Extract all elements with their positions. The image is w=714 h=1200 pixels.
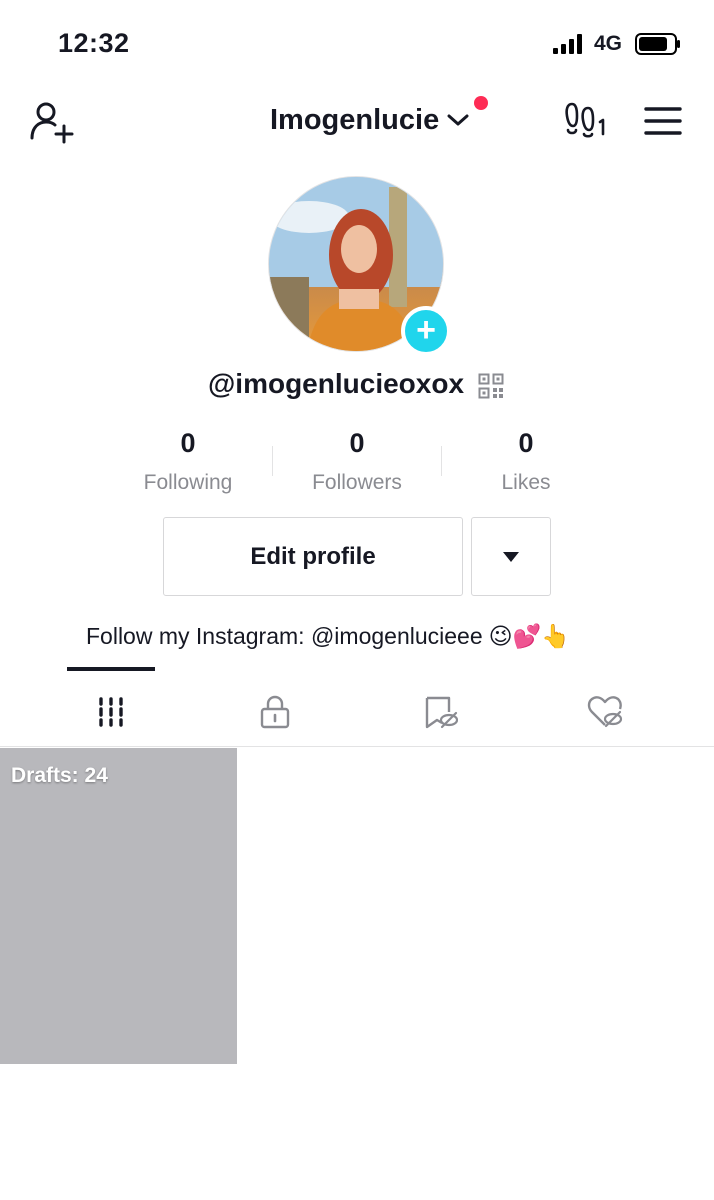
- caret-down-icon: [503, 551, 519, 562]
- qr-code-icon[interactable]: [478, 373, 504, 399]
- likes-count: 0: [518, 428, 534, 458]
- stat-likes[interactable]: 0 Likes: [441, 428, 611, 495]
- username: @imogenlucieoxox: [208, 368, 465, 399]
- bio-emoji: 😉💕👆: [488, 622, 570, 649]
- edit-profile-button[interactable]: Edit profile: [163, 517, 463, 596]
- grid-icon: [99, 696, 123, 727]
- following-count: 0: [180, 428, 196, 458]
- tab-favorites[interactable]: [395, 676, 485, 747]
- signal-icon: [553, 34, 582, 54]
- drafts-tile[interactable]: Drafts: 24: [0, 748, 237, 1064]
- edit-profile-label: Edit profile: [250, 542, 376, 570]
- followers-count: 0: [349, 428, 365, 458]
- add-avatar-button[interactable]: +: [401, 306, 451, 356]
- stat-following[interactable]: 0 Following: [103, 428, 273, 495]
- lock-icon: [260, 695, 290, 728]
- suggested-accounts-button[interactable]: [471, 517, 551, 596]
- footprint-icon[interactable]: [564, 100, 610, 138]
- add-friend-icon[interactable]: [28, 98, 74, 144]
- profile-header: Imogenlucie: [0, 90, 714, 154]
- heart-hidden-icon: [587, 695, 623, 727]
- chevron-down-icon: [447, 114, 469, 126]
- status-time: 12:32: [58, 28, 130, 58]
- menu-icon[interactable]: [644, 106, 682, 136]
- network-label: 4G: [594, 32, 623, 55]
- bookmark-hidden-icon: [425, 696, 458, 728]
- content-tabs: [0, 676, 714, 747]
- likes-label: Likes: [501, 471, 551, 494]
- following-label: Following: [143, 471, 233, 494]
- tab-liked[interactable]: [560, 676, 650, 747]
- bio: Follow my Instagram: @imogenlucieee 😉💕👆: [86, 616, 570, 656]
- username-row: @imogenlucieoxox: [0, 366, 714, 406]
- drafts-label: Drafts: 24: [11, 764, 108, 787]
- tab-private[interactable]: [230, 676, 320, 747]
- account-switcher[interactable]: Imogenlucie: [270, 102, 469, 138]
- notification-dot: [474, 96, 488, 110]
- followers-label: Followers: [312, 471, 402, 494]
- status-bar: 12:32 4G: [0, 0, 714, 90]
- tab-videos[interactable]: [66, 676, 156, 747]
- bio-text: Follow my Instagram: @imogenlucieee: [86, 622, 483, 649]
- plus-icon: +: [416, 310, 436, 349]
- active-tab-indicator: [67, 667, 155, 671]
- battery-icon: [635, 33, 680, 55]
- account-name: Imogenlucie: [270, 103, 440, 136]
- stat-followers[interactable]: 0 Followers: [272, 428, 442, 495]
